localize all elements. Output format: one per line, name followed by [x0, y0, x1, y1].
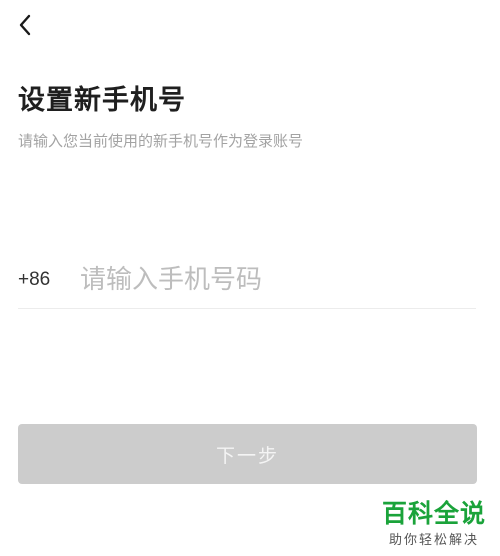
next-step-button[interactable]: 下一步	[18, 424, 477, 484]
watermark-logo: 百科全说 助你轻松解决	[381, 498, 486, 548]
phone-number-input[interactable]	[80, 260, 476, 300]
phone-input-row: +86	[18, 252, 476, 309]
page-title: 设置新手机号	[18, 85, 186, 116]
back-button[interactable]	[10, 10, 40, 44]
page-subtitle: 请输入您当前使用的新手机号作为登录账号	[18, 132, 304, 150]
chevron-left-icon	[18, 14, 32, 40]
watermark-title: 百科全说	[381, 498, 486, 528]
watermark-subtitle: 助你轻松解决	[388, 533, 479, 548]
country-code[interactable]: +86	[18, 269, 80, 291]
